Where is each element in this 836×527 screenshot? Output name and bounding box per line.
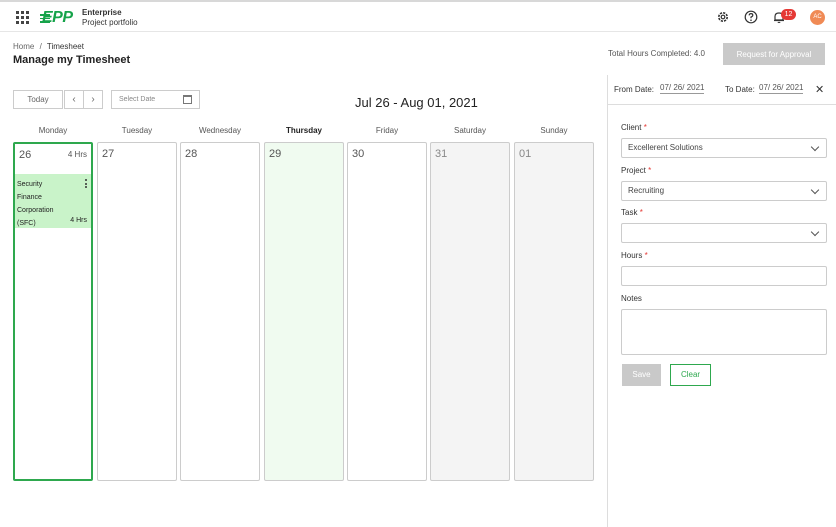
more-options-icon[interactable] [85,179,87,190]
next-week-button[interactable]: › [83,90,103,109]
page-title: Manage my Timesheet [13,54,131,66]
select-date-input[interactable]: Select Date [111,90,200,109]
day-header-monday: Monday [38,126,68,135]
day-header-tuesday: Tuesday [121,126,153,135]
logo-title-line1: Enterprise [82,8,122,17]
help-icon[interactable] [744,10,758,24]
select-date-placeholder: Select Date [119,96,156,103]
day-cell-thursday[interactable]: 29 [264,142,344,481]
day-cell-sunday[interactable]: 01 [514,142,594,481]
entry-form-panel: From Date: 07/ 26/ 2021 To Date: 07/ 26/… [607,75,836,527]
day-date: 01 [519,148,532,160]
day-date: 26 [19,149,32,161]
day-date: 29 [269,148,282,160]
to-date-input[interactable]: 07/ 26/ 2021 [759,83,804,94]
avatar[interactable]: AC [810,10,825,25]
notes-textarea[interactable] [621,309,827,355]
project-label: Project * [621,166,652,175]
project-value: Recruiting [628,186,665,195]
clear-button[interactable]: Clear [670,364,711,386]
day-header-sunday: Sunday [540,126,568,135]
from-date-label: From Date: [614,85,655,94]
day-date: 30 [352,148,365,160]
entry-hours: 4 Hrs [70,217,87,224]
day-cell-friday[interactable]: 30 [347,142,427,481]
chevron-down-icon [810,227,820,237]
close-icon[interactable]: ✕ [815,83,824,96]
week-range-title: Jul 26 - Aug 01, 2021 [355,95,478,110]
day-cell-tuesday[interactable]: 27 [97,142,177,481]
breadcrumb-separator: / [39,42,42,51]
entry-client: Security Finance Corporation (SFC) [17,181,54,227]
day-date: 27 [102,148,115,160]
logo-title-line2: Project portfolio [82,18,138,27]
apps-grid-icon[interactable] [16,11,29,24]
day-cell-wednesday[interactable]: 28 [180,142,260,481]
breadcrumb-home[interactable]: Home [13,42,34,51]
task-label: Task * [621,208,643,217]
calendar-icon[interactable] [183,95,192,104]
settings-gear-icon[interactable] [716,10,730,24]
day-header-wednesday: Wednesday [198,126,242,135]
day-header-thursday: Thursday [285,126,322,135]
day-cell-monday[interactable]: 26 4 Hrs Security Finance Corporation (S… [13,142,93,481]
day-header-saturday: Saturday [453,126,487,135]
from-date-input[interactable]: 07/ 26/ 2021 [660,83,705,94]
notification-badge: 12 [781,9,796,20]
breadcrumb: Home / Timesheet [13,42,84,51]
project-select[interactable]: Recruiting [621,181,827,201]
task-select[interactable] [621,223,827,243]
day-cell-saturday[interactable]: 31 [430,142,510,481]
client-label: Client * [621,123,647,132]
panel-header: From Date: 07/ 26/ 2021 To Date: 07/ 26/… [608,75,836,105]
day-date: 31 [435,148,448,160]
hours-input[interactable] [621,266,827,286]
total-hours-label: Total Hours Completed: 4.0 [608,49,705,58]
chevron-down-icon [810,185,820,195]
request-approval-button[interactable]: Request for Approval [723,43,825,65]
hours-label: Hours * [621,251,648,260]
logo-mark: EPP [42,9,73,26]
day-header-friday: Friday [375,126,399,135]
save-button[interactable]: Save [622,364,661,386]
notes-label: Notes [621,294,642,303]
top-bar: EPP Enterprise Project portfolio 12 AC [0,0,836,32]
chevron-down-icon [810,142,820,152]
breadcrumb-current: Timesheet [46,42,84,51]
today-button[interactable]: Today [13,90,63,109]
client-select[interactable]: Excellerent Solutions [621,138,827,158]
client-value: Excellerent Solutions [628,143,703,152]
day-hours: 4 Hrs [67,150,87,159]
day-date: 28 [185,148,198,160]
timesheet-entry[interactable]: Security Finance Corporation (SFC) 4 Hrs [15,174,91,228]
prev-week-button[interactable]: ‹ [64,90,84,109]
to-date-label: To Date: [725,85,755,94]
